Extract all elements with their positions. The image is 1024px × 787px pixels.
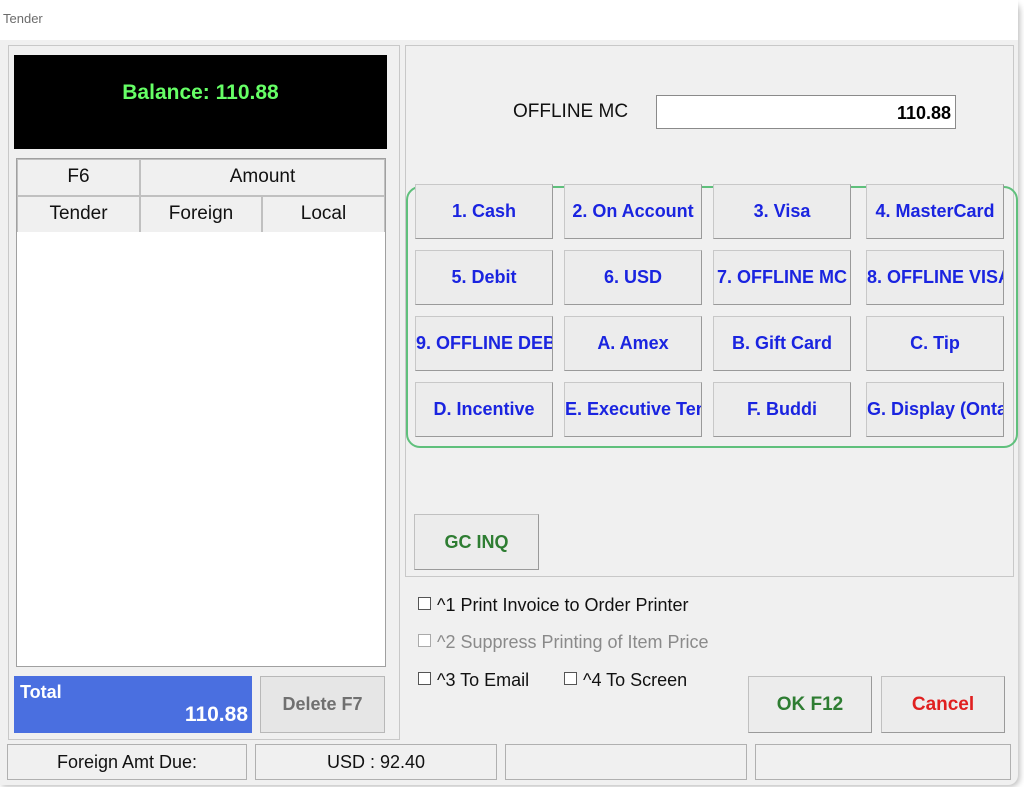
grid-header-local[interactable]: Local <box>262 196 385 233</box>
suppress-price-label: ^2 Suppress Printing of Item Price <box>437 632 709 652</box>
suppress-price-checkbox[interactable]: ^2 Suppress Printing of Item Price <box>418 632 709 653</box>
tender-window: Tender Balance: 110.88 F6 Amount Tender … <box>0 0 1018 785</box>
grid-header-f6[interactable]: F6 <box>17 159 140 196</box>
tender-button-debit[interactable]: 5. Debit <box>415 250 553 305</box>
status-foreign-label: Foreign Amt Due: <box>7 744 247 780</box>
checkbox-icon[interactable] <box>418 672 431 685</box>
print-invoice-label: ^1 Print Invoice to Order Printer <box>437 595 689 615</box>
tender-button-visa[interactable]: 3. Visa <box>713 184 851 239</box>
grid-header-amount[interactable]: Amount <box>140 159 385 196</box>
cancel-button[interactable]: Cancel <box>881 676 1005 733</box>
balance-display: Balance: 110.88 <box>14 55 387 149</box>
checkbox-icon[interactable] <box>564 672 577 685</box>
tender-button-amex[interactable]: A. Amex <box>564 316 702 371</box>
tender-button-tip[interactable]: C. Tip <box>866 316 1004 371</box>
to-email-checkbox[interactable]: ^3 To Email <box>418 670 529 691</box>
tender-button-buddi[interactable]: F. Buddi <box>713 382 851 437</box>
checkbox-icon[interactable] <box>418 634 431 647</box>
grid-header-foreign[interactable]: Foreign <box>140 196 262 233</box>
tender-grid-body[interactable] <box>16 232 386 667</box>
tender-button-on-account[interactable]: 2. On Account <box>564 184 702 239</box>
tender-button-incentive[interactable]: D. Incentive <box>415 382 553 437</box>
tender-button-offline-debit[interactable]: 9. OFFLINE DEBIT <box>415 316 553 371</box>
tender-button-offline-mc[interactable]: 7. OFFLINE MC <box>713 250 851 305</box>
tender-button-display-ontario[interactable]: G. Display (Ontario) <box>866 382 1004 437</box>
tender-button-cash[interactable]: 1. Cash <box>415 184 553 239</box>
tender-button-mastercard[interactable]: 4. MasterCard <box>866 184 1004 239</box>
tender-button-usd[interactable]: 6. USD <box>564 250 702 305</box>
title-bar: Tender <box>0 0 1018 40</box>
tender-grid-header: F6 Amount Tender Foreign Local <box>16 158 386 234</box>
print-invoice-checkbox[interactable]: ^1 Print Invoice to Order Printer <box>418 595 689 616</box>
grid-header-tender[interactable]: Tender <box>17 196 140 233</box>
ok-button[interactable]: OK F12 <box>748 676 872 733</box>
checkbox-icon[interactable] <box>418 597 431 610</box>
tender-amount-input[interactable]: 110.88 <box>656 95 956 129</box>
balance-text: Balance: 110.88 <box>122 81 279 104</box>
gc-inquiry-button[interactable]: GC INQ <box>414 514 539 570</box>
total-value: 110.88 <box>184 703 248 726</box>
to-screen-label: ^4 To Screen <box>583 670 688 690</box>
delete-button[interactable]: Delete F7 <box>260 676 385 733</box>
tender-button-offline-visa[interactable]: 8. OFFLINE VISA <box>866 250 1004 305</box>
status-panel-empty-1 <box>505 744 747 780</box>
to-screen-checkbox[interactable]: ^4 To Screen <box>564 670 687 691</box>
total-label: Total <box>20 682 62 702</box>
tender-button-executive-tender[interactable]: E. Executive Tender <box>564 382 702 437</box>
total-box: Total 110.88 <box>14 676 252 733</box>
window-title: Tender <box>3 11 43 26</box>
tender-field-label: OFFLINE MC <box>513 101 629 122</box>
status-panel-empty-2 <box>755 744 1011 780</box>
to-email-label: ^3 To Email <box>437 670 530 690</box>
tender-button-gift-card[interactable]: B. Gift Card <box>713 316 851 371</box>
status-foreign-value: USD : 92.40 <box>255 744 497 780</box>
